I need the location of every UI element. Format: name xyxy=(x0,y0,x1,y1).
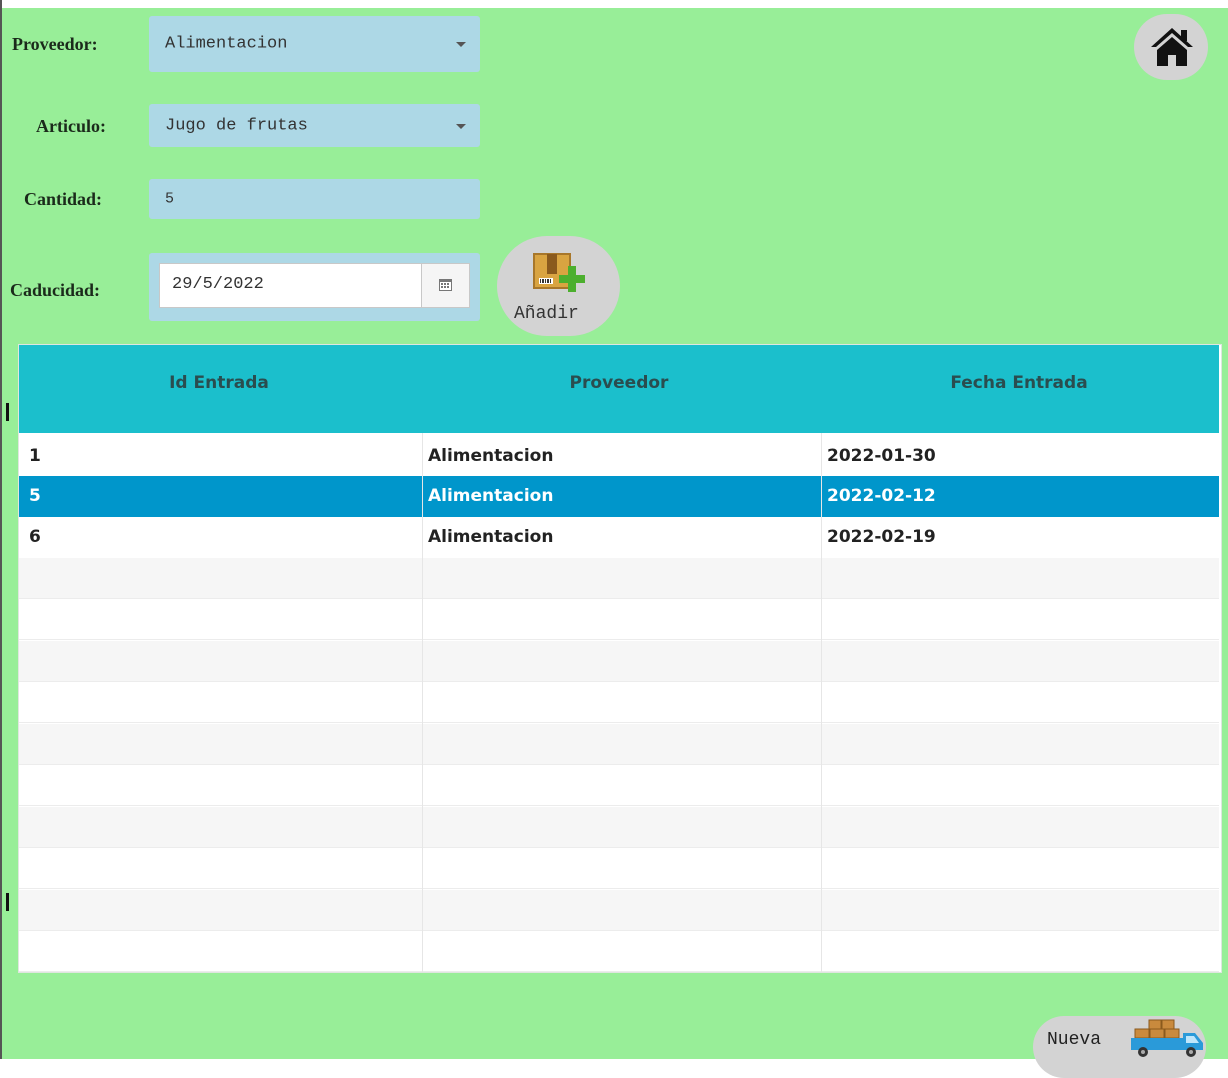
column-divider xyxy=(422,433,423,972)
proveedor-select-value: Alimentacion xyxy=(165,34,288,54)
proveedor-select[interactable]: Alimentacion xyxy=(149,16,480,72)
home-button[interactable] xyxy=(1134,14,1208,80)
add-button[interactable]: Añadir xyxy=(497,236,620,336)
cell-fecha: 2022-02-12 xyxy=(827,486,936,506)
column-divider xyxy=(821,433,822,972)
caducidad-date-input[interactable]: 29/5/2022 xyxy=(159,263,470,308)
empty-row xyxy=(19,641,1219,682)
empty-row xyxy=(19,807,1219,848)
caducidad-date-picker: 29/5/2022 xyxy=(149,253,480,321)
table-header: Id Entrada Proveedor Fecha Entrada xyxy=(19,345,1219,433)
cell-fecha: 2022-02-19 xyxy=(827,527,936,547)
cell-proveedor: Alimentacion xyxy=(428,446,554,466)
window-edge-mark xyxy=(6,403,9,421)
caducidad-label: Caducidad: xyxy=(10,280,101,300)
window-edge-mark xyxy=(6,893,9,911)
table-row[interactable]: 6 Alimentacion 2022-02-19 xyxy=(19,517,1219,558)
column-header-proveedor[interactable]: Proveedor xyxy=(419,373,819,393)
entries-table: Id Entrada Proveedor Fecha Entrada 1 Ali… xyxy=(18,344,1222,973)
box-add-icon xyxy=(533,253,585,292)
empty-row xyxy=(19,765,1219,806)
calendar-icon xyxy=(439,279,452,291)
new-entry-button-label: Nueva xyxy=(1047,1030,1102,1050)
new-entry-button[interactable]: Nueva xyxy=(1033,1016,1206,1078)
cell-proveedor: Alimentacion xyxy=(428,486,554,506)
cantidad-label: Cantidad: xyxy=(24,189,103,209)
app-window: Proveedor: Alimentacion Articulo: Jugo d… xyxy=(0,0,1228,1078)
cantidad-field[interactable]: 5 xyxy=(149,179,480,219)
cell-id: 5 xyxy=(29,486,41,506)
empty-row xyxy=(19,890,1219,931)
chevron-down-icon xyxy=(456,123,466,129)
articulo-select-value: Jugo de frutas xyxy=(165,116,308,135)
cell-id: 6 xyxy=(29,527,41,547)
column-header-fecha-entrada[interactable]: Fecha Entrada xyxy=(819,373,1219,393)
delivery-truck-icon xyxy=(1131,1019,1203,1057)
empty-row xyxy=(19,931,1219,972)
empty-row xyxy=(19,724,1219,765)
proveedor-label: Proveedor: xyxy=(12,34,98,54)
empty-row xyxy=(19,682,1219,723)
column-header-id-entrada[interactable]: Id Entrada xyxy=(19,373,419,393)
empty-row xyxy=(19,599,1219,640)
cell-proveedor: Alimentacion xyxy=(428,527,554,547)
cantidad-field-value: 5 xyxy=(165,190,175,208)
calendar-button[interactable] xyxy=(421,264,469,307)
table-row-selected[interactable]: 5 Alimentacion 2022-02-12 xyxy=(19,476,1219,517)
top-strip xyxy=(0,0,1228,8)
cell-id: 1 xyxy=(29,446,41,466)
window-left-border xyxy=(0,0,2,1059)
add-button-label: Añadir xyxy=(514,304,579,324)
chevron-down-icon xyxy=(456,42,466,47)
cell-fecha: 2022-01-30 xyxy=(827,446,936,466)
home-icon xyxy=(1151,28,1193,66)
articulo-select[interactable]: Jugo de frutas xyxy=(149,104,480,147)
articulo-label: Articulo: xyxy=(36,116,106,136)
empty-row xyxy=(19,848,1219,889)
empty-row xyxy=(19,558,1219,599)
table-row[interactable]: 1 Alimentacion 2022-01-30 xyxy=(19,436,1219,477)
caducidad-date-value: 29/5/2022 xyxy=(172,275,264,294)
